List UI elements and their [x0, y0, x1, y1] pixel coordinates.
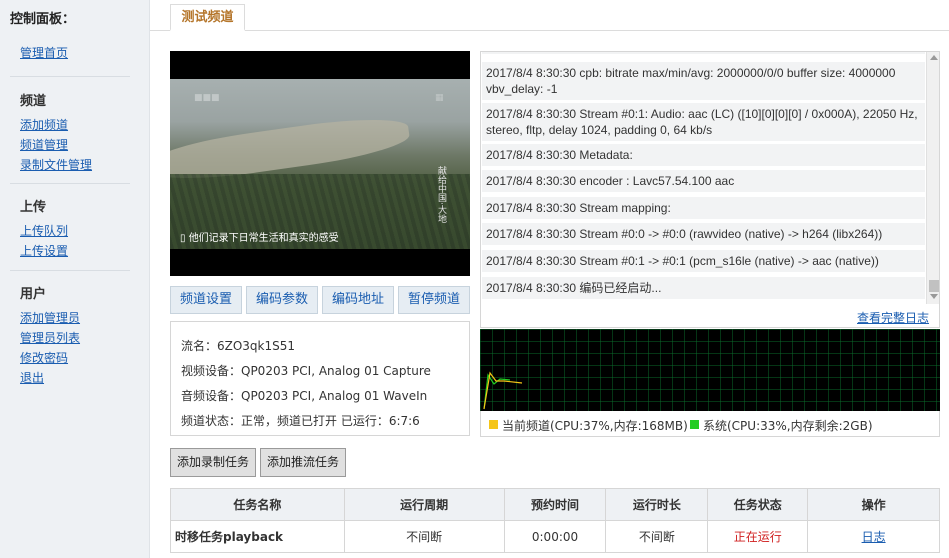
log-entry: 2017/8/4 8:30:30 Stream mapping: — [482, 197, 925, 219]
log-entry: 2017/8/4 8:30:30 Metadata: — [482, 144, 925, 166]
log-entry-partial — [482, 52, 925, 54]
task-duration: 不间断 — [605, 520, 709, 553]
col-duration: 运行时长 — [605, 488, 709, 521]
table-row: 时移任务playback 不间断 0:00:00 不间断 正在运行 日志 — [170, 520, 940, 553]
monitor-grid — [480, 329, 940, 411]
video-preview: ■■■ ▦ 献给中国·大地 ▯ 他们记录下日常生活和真实的感受 — [170, 51, 470, 276]
video-device: 视频设备：QP0203 PCI, Analog 01 Capture — [181, 364, 431, 378]
log-scrollbar[interactable] — [926, 52, 939, 304]
view-full-log-link[interactable]: 查看完整日志 — [857, 309, 929, 326]
add-push-task-button[interactable]: 添加推流任务 — [260, 448, 346, 477]
channel-status: 频道状态：正常，频道已打开 已运行：6:7:6 — [181, 414, 420, 428]
log-entry: 2017/8/4 8:30:30 cpb: bitrate max/min/av… — [482, 62, 925, 100]
sidebar-item-upload-settings[interactable]: 上传设置 — [20, 242, 68, 259]
sidebar-heading-channel: 频道 — [20, 94, 47, 109]
current-channel-swatch — [489, 420, 498, 429]
sidebar-item-upload-queue[interactable]: 上传队列 — [20, 222, 68, 239]
log-entry: 2017/8/4 8:30:30 编码已经启动... — [482, 277, 925, 299]
current-channel-label: 当前频道(CPU:37%,内存:168MB) — [502, 419, 688, 433]
channel-settings-button[interactable]: 频道设置 — [170, 286, 242, 314]
video-frame — [170, 79, 470, 249]
main-content: 测试频道 ■■■ ▦ 献给中国·大地 ▯ 他们记录下日常生活和真实的感受 频道设… — [150, 0, 949, 558]
col-period: 运行周期 — [343, 488, 505, 521]
col-action: 操作 — [807, 488, 940, 521]
sidebar-item-home[interactable]: 管理首页 — [20, 44, 68, 61]
resource-monitor-graph — [480, 329, 940, 411]
divider — [10, 76, 130, 77]
divider — [10, 183, 130, 184]
video-vertical-caption: 献给中国·大地 — [436, 166, 446, 223]
video-subtitle: ▯ 他们记录下日常生活和真实的感受 — [180, 233, 339, 244]
system-label: 系统(CPU:33%,内存剩余:2GB) — [703, 419, 873, 433]
log-entry: 2017/8/4 8:30:30 Stream #0:0 -> #0:0 (ra… — [482, 223, 925, 245]
log-entry: 2017/8/4 8:30:30 Stream #0:1: Audio: aac… — [482, 103, 925, 141]
sidebar-title: 控制面板： — [10, 12, 76, 27]
task-table: 任务名称 运行周期 预约时间 运行时长 任务状态 操作 时移任务playback… — [170, 488, 940, 553]
sidebar-item-logout[interactable]: 退出 — [20, 369, 44, 386]
tab-bar: 测试频道 — [150, 0, 949, 31]
task-scheduled: 0:00:00 — [503, 520, 607, 553]
col-scheduled: 预约时间 — [503, 488, 607, 521]
task-status-cell: 正在运行 — [707, 520, 809, 553]
audio-device: 音频设备：QP0203 PCI, Analog 01 WaveIn — [181, 389, 428, 403]
channel-watermark: ▦ — [435, 93, 444, 103]
log-entry: 2017/8/4 8:30:30 Stream #0:1 -> #0:1 (pc… — [482, 250, 925, 272]
col-status: 任务状态 — [707, 488, 809, 521]
divider — [10, 270, 130, 271]
stream-name: 流名：6ZO3qk1S51 — [181, 339, 296, 353]
col-task-name: 任务名称 — [170, 488, 345, 521]
channel-info-panel: 流名：6ZO3qk1S51 视频设备：QP0203 PCI, Analog 01… — [170, 321, 470, 436]
add-record-task-button[interactable]: 添加录制任务 — [170, 448, 256, 477]
monitor-legend: 当前频道(CPU:37%,内存:168MB) 系统(CPU:33%,内存剩余:2… — [480, 411, 940, 437]
sidebar-heading-user: 用户 — [20, 287, 47, 302]
sidebar: 控制面板： 管理首页 频道 添加频道 频道管理 录制文件管理 上传 上传队列 上… — [0, 0, 150, 558]
sidebar-item-record-files[interactable]: 录制文件管理 — [20, 156, 92, 173]
task-action-cell: 日志 — [807, 520, 940, 553]
table-header-row: 任务名称 运行周期 预约时间 运行时长 任务状态 操作 — [170, 488, 940, 521]
sidebar-item-add-channel[interactable]: 添加频道 — [20, 116, 68, 133]
task-period: 不间断 — [343, 520, 505, 553]
pause-channel-button[interactable]: 暂停频道 — [398, 286, 470, 314]
channel-logo: ■■■ — [194, 93, 220, 103]
log-panel[interactable]: 2017/8/4 8:30:30 cpb: bitrate max/min/av… — [480, 51, 940, 328]
system-swatch — [690, 420, 699, 429]
log-entry: 2017/8/4 8:30:30 encoder : Lavc57.54.100… — [482, 170, 925, 192]
scroll-thumb[interactable] — [929, 280, 939, 292]
encode-params-button[interactable]: 编码参数 — [246, 286, 318, 314]
sidebar-item-admin-list[interactable]: 管理员列表 — [20, 329, 80, 346]
scroll-down-icon[interactable] — [930, 294, 938, 299]
task-log-link[interactable]: 日志 — [862, 530, 886, 544]
sidebar-item-change-password[interactable]: 修改密码 — [20, 349, 68, 366]
sidebar-heading-upload: 上传 — [20, 200, 47, 215]
encode-address-button[interactable]: 编码地址 — [322, 286, 394, 314]
tab-test-channel[interactable]: 测试频道 — [170, 4, 245, 31]
scroll-up-icon[interactable] — [930, 55, 938, 60]
sidebar-item-channel-manage[interactable]: 频道管理 — [20, 136, 68, 153]
sidebar-item-add-admin[interactable]: 添加管理员 — [20, 309, 80, 326]
task-status: 正在运行 — [733, 530, 782, 544]
task-name: 时移任务playback — [170, 520, 345, 553]
